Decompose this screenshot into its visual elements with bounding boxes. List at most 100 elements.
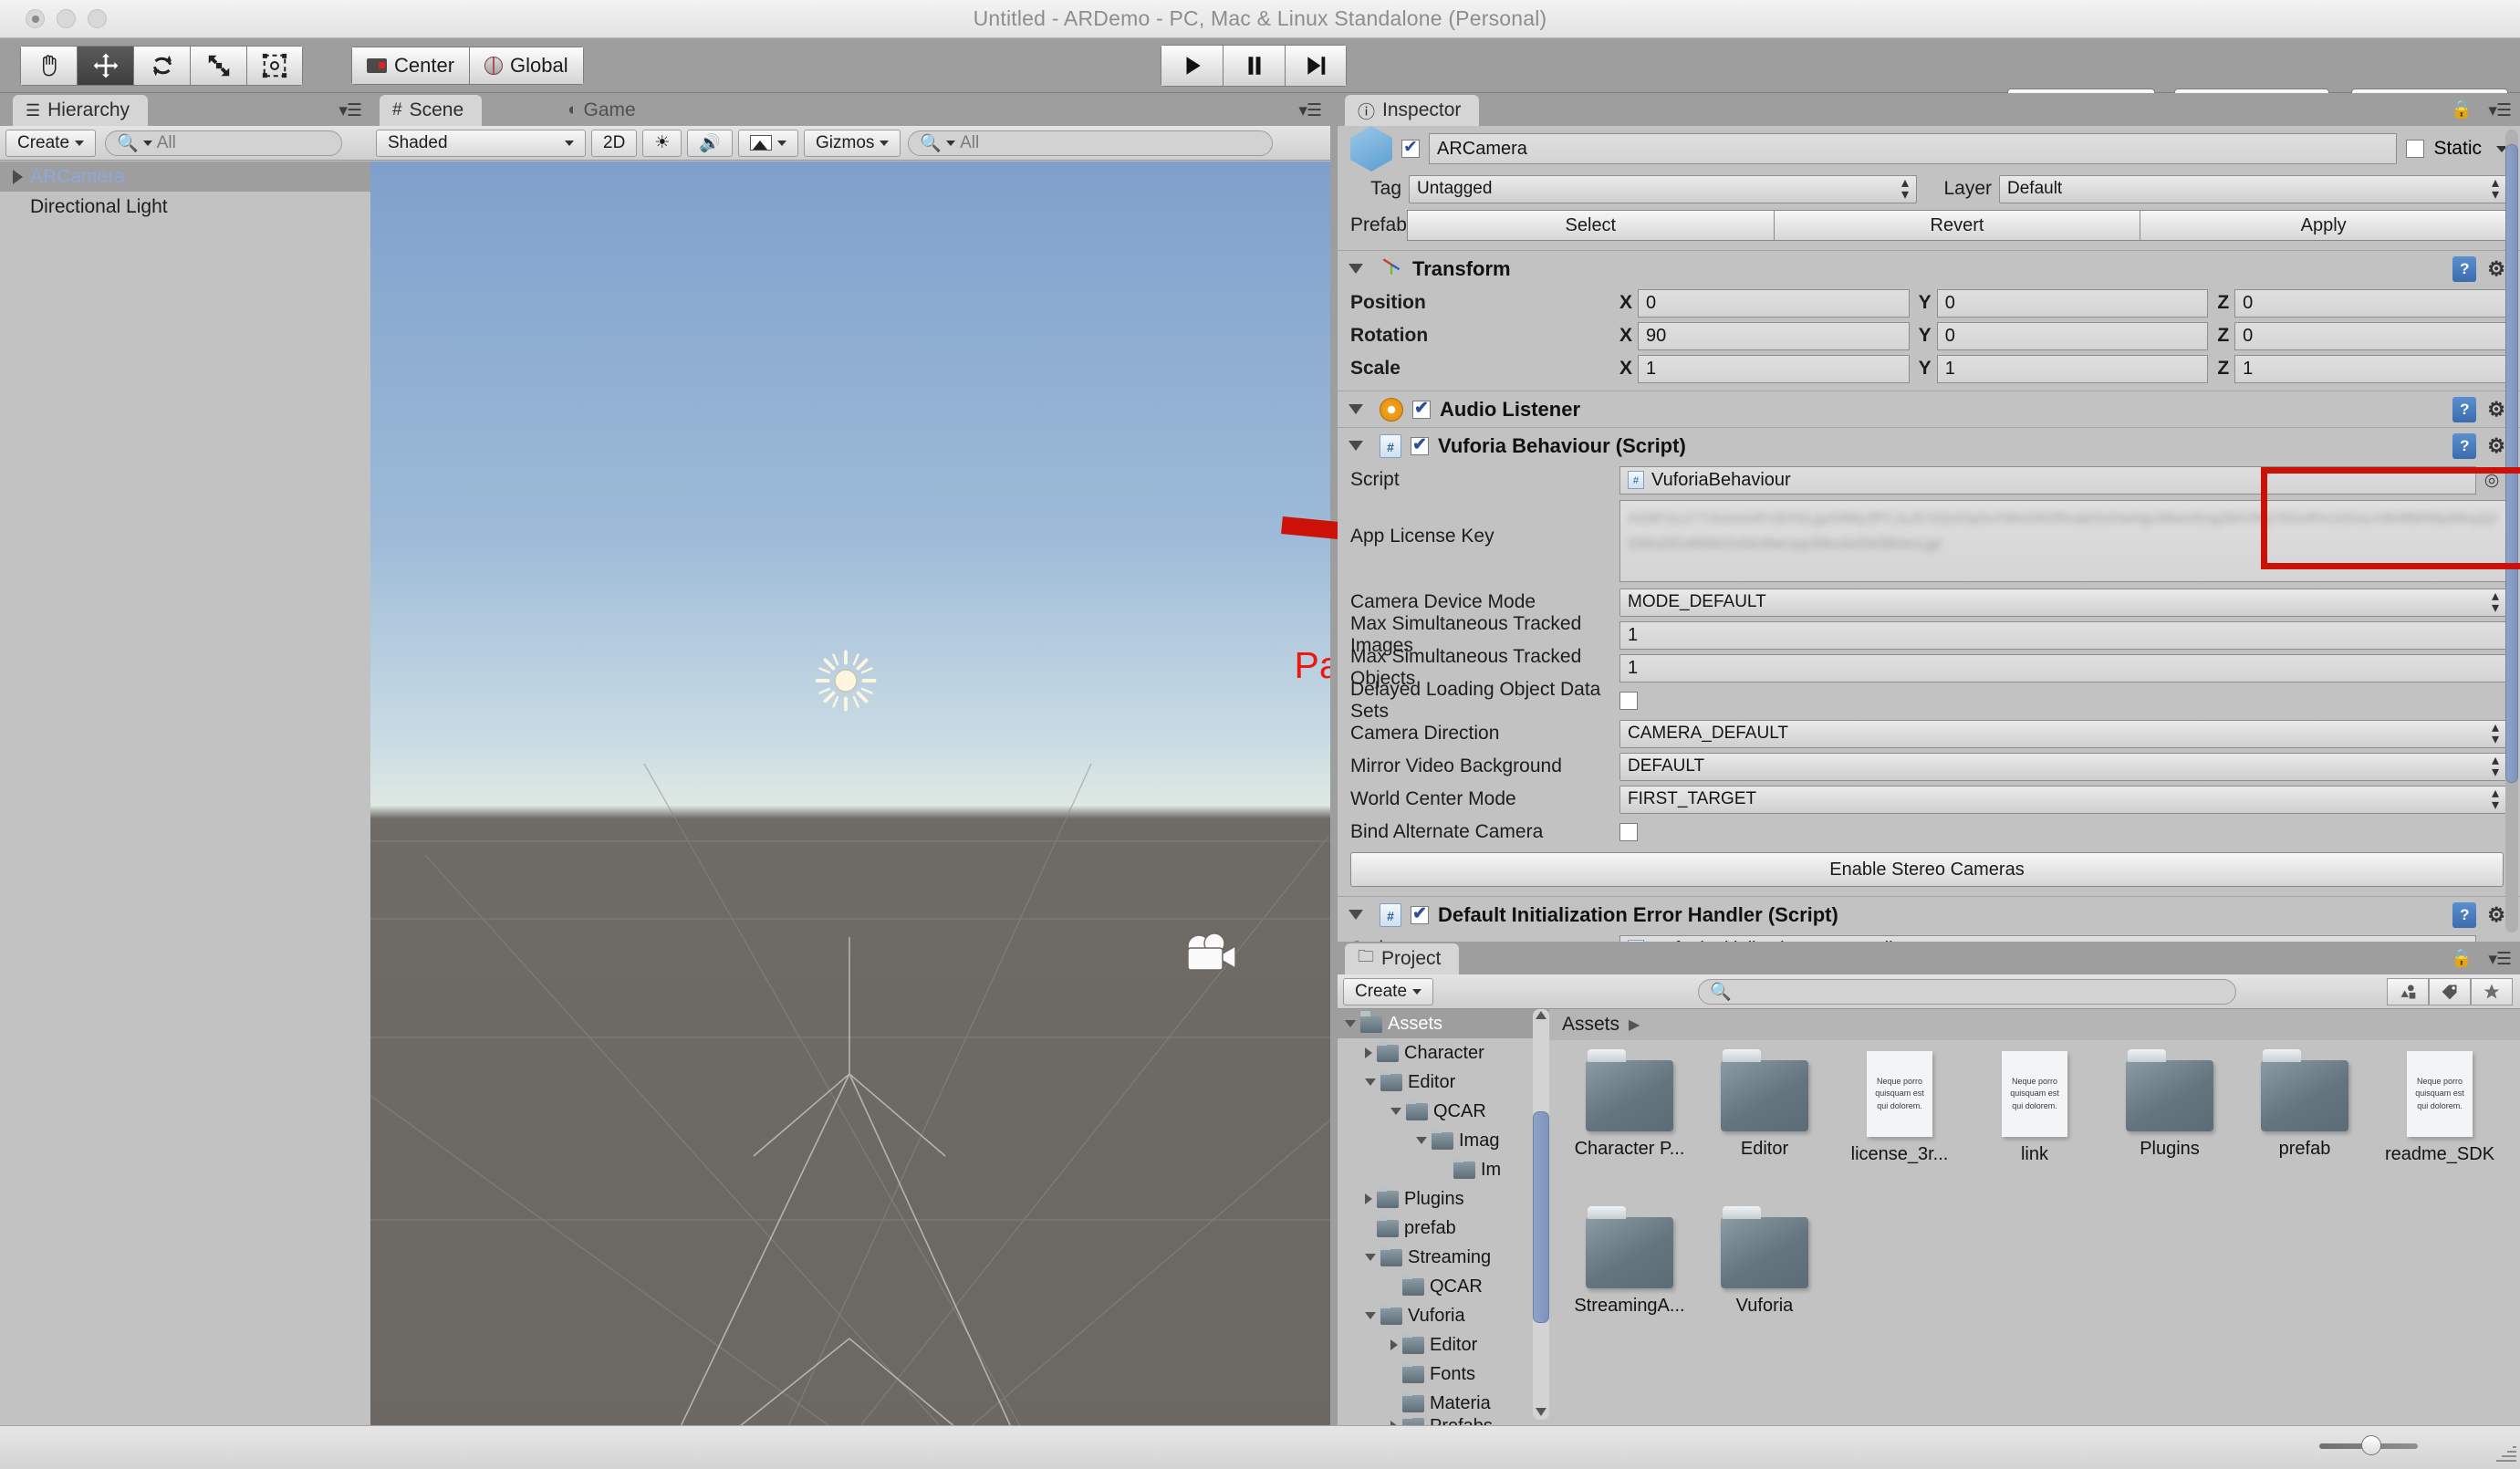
help-icon[interactable]: ? [2452, 901, 2477, 928]
chevron-down-icon[interactable] [1365, 1078, 1376, 1086]
tab-game[interactable]: ◖ Game [553, 95, 654, 126]
hand-tool-button[interactable] [20, 46, 77, 86]
asset-zoom-slider-knob[interactable] [2361, 1435, 2381, 1455]
prefab-revert-button[interactable]: Revert [1774, 210, 2141, 241]
tree-item-streaming[interactable]: Streaming [1338, 1243, 1549, 1272]
chevron-right-icon[interactable] [13, 169, 23, 184]
project-breadcrumb[interactable]: Assets ▶ [1549, 1009, 2520, 1040]
move-tool-button[interactable] [77, 46, 133, 86]
object-name-field[interactable]: ARCamera [1429, 133, 2398, 164]
hierarchy-search-input[interactable]: 🔍 All [105, 130, 343, 156]
asset-zoom-slider[interactable] [2319, 1435, 2418, 1455]
favorites-star-icon[interactable] [2471, 977, 2513, 1005]
scene-fx-toggle[interactable] [738, 129, 799, 157]
chevron-down-icon[interactable] [1365, 1254, 1376, 1261]
project-asset-grid[interactable]: Character P... Editor Neque porro quisqu… [1549, 1040, 2520, 1405]
pivot-center-button[interactable]: Center [351, 47, 470, 85]
rotation-y-field[interactable]: 0 [1936, 321, 2209, 350]
project-search-input[interactable]: 🔍 [1698, 978, 2237, 1005]
scene-audio-toggle[interactable]: 🔊 [687, 129, 734, 157]
component-header-audio-listener[interactable]: Audio Listener ? ⚙ [1338, 391, 2520, 427]
asset-item-vuforia[interactable]: Vuforia [1697, 1206, 1832, 1317]
tree-item-character[interactable]: Character [1338, 1038, 1549, 1068]
chevron-down-icon[interactable] [1416, 1137, 1427, 1144]
gear-icon[interactable]: ⚙ [2487, 398, 2505, 422]
gear-icon[interactable]: ⚙ [2487, 434, 2505, 458]
chevron-down-icon[interactable] [1349, 441, 1363, 451]
project-context-menu-icon[interactable]: ▾☰ [2488, 949, 2512, 970]
max-tracked-objects-field[interactable]: 1 [1619, 653, 2507, 682]
asset-item-character-p[interactable]: Character P... [1562, 1049, 1697, 1160]
hierarchy-item-arcamera[interactable]: ARCamera [0, 161, 370, 192]
gear-icon[interactable]: ⚙ [2487, 903, 2505, 927]
prefab-apply-button[interactable]: Apply [2140, 210, 2508, 241]
tree-item-prefab[interactable]: prefab [1338, 1214, 1549, 1243]
project-filter-buttons[interactable] [2381, 977, 2520, 1005]
inspector-context-menu-icon[interactable]: ▾☰ [2488, 100, 2512, 121]
scene-viewport[interactable]: y x z Persp Paste your license key here [370, 161, 1330, 1469]
scene-lighting-toggle[interactable]: ☀ [642, 129, 682, 157]
tab-project[interactable]: 🗀 Project [1345, 943, 1460, 974]
mirror-video-background-dropdown[interactable]: DEFAULT ▴ ▾ [1619, 752, 2507, 781]
tab-scene[interactable]: # Scene [380, 95, 483, 126]
chevron-down-icon[interactable] [1349, 404, 1363, 414]
tree-item-im[interactable]: Im [1338, 1155, 1549, 1184]
scale-x-field[interactable]: 1 [1638, 354, 1910, 383]
scale-tool-button[interactable] [190, 46, 246, 86]
vuforia-enabled-checkbox[interactable] [1411, 434, 1429, 455]
bind-alternate-camera-checkbox[interactable] [1619, 823, 1638, 841]
scene-shading-dropdown[interactable]: Shaded [376, 129, 586, 157]
tree-item-assets[interactable]: Assets [1338, 1009, 1549, 1038]
component-header-vuforia[interactable]: # Vuforia Behaviour (Script) ? ⚙ [1338, 427, 2520, 464]
prefab-select-button[interactable]: Select [1407, 210, 1775, 241]
tab-inspector[interactable]: ⓘ Inspector [1345, 95, 1480, 126]
position-x-field[interactable]: 0 [1638, 288, 1910, 318]
scroll-down-arrow-icon[interactable] [1536, 1408, 1546, 1416]
scale-z-field[interactable]: 1 [2234, 354, 2508, 383]
scene-search-input[interactable]: 🔍 All [908, 130, 1274, 156]
space-global-button[interactable]: Global [469, 47, 584, 85]
inspector-scrollbar-thumb[interactable] [2505, 144, 2518, 783]
delayed-loading-checkbox[interactable] [1619, 692, 1638, 710]
chevron-down-icon[interactable] [777, 140, 787, 146]
chevron-down-icon[interactable] [1349, 910, 1363, 920]
scale-y-field[interactable]: 1 [1936, 354, 2209, 383]
asset-item-streamingassets[interactable]: StreamingA... [1562, 1206, 1697, 1317]
position-y-field[interactable]: 0 [1936, 288, 2209, 318]
help-icon[interactable]: ? [2452, 255, 2477, 282]
camera-gizmo[interactable] [1181, 928, 1246, 982]
chevron-down-icon[interactable] [1345, 1020, 1356, 1027]
chevron-right-icon[interactable] [1365, 1047, 1372, 1058]
scroll-up-arrow-icon[interactable] [1536, 1011, 1546, 1019]
tree-item-imag[interactable]: Imag [1338, 1126, 1549, 1155]
object-enabled-checkbox[interactable] [1401, 137, 1420, 158]
playback-group[interactable] [1161, 45, 1347, 87]
scene-gizmos-dropdown[interactable]: Gizmos [804, 129, 901, 157]
chevron-down-icon[interactable] [1390, 1108, 1401, 1115]
project-tree-scrollbar[interactable] [1533, 1009, 1549, 1420]
tree-item-editor[interactable]: Editor [1338, 1068, 1549, 1097]
filter-by-type-icon[interactable] [2387, 977, 2429, 1005]
tree-item-materia[interactable]: Materia [1338, 1389, 1549, 1418]
rotation-x-field[interactable]: 90 [1638, 321, 1910, 350]
audio-listener-enabled-checkbox[interactable] [1412, 398, 1431, 419]
asset-item-editor[interactable]: Editor [1697, 1049, 1832, 1160]
rect-tool-button[interactable] [246, 46, 303, 86]
tree-item-fonts[interactable]: Fonts [1338, 1360, 1549, 1389]
project-tree-scrollbar-thumb[interactable] [1533, 1111, 1549, 1323]
chevron-right-icon[interactable] [1390, 1339, 1398, 1350]
project-tree[interactable]: Assets Character Editor QCAR Imag Im Plu… [1338, 1009, 1549, 1434]
tag-dropdown[interactable]: Untagged ▴ ▾ [1409, 174, 1917, 203]
step-button[interactable] [1285, 45, 1347, 87]
static-checkbox[interactable] [2406, 140, 2425, 158]
directional-light-gizmo[interactable] [813, 648, 879, 718]
rotation-z-field[interactable]: 0 [2234, 321, 2508, 350]
gear-icon[interactable]: ⚙ [2487, 257, 2505, 281]
position-z-field[interactable]: 0 [2234, 288, 2508, 318]
window-resize-grip[interactable] [2494, 1443, 2516, 1465]
scene-2d-toggle[interactable]: 2D [591, 129, 638, 157]
asset-item-prefab[interactable]: prefab [2237, 1049, 2372, 1160]
hierarchy-create-button[interactable]: Create [5, 129, 97, 157]
play-button[interactable] [1161, 45, 1223, 87]
chevron-down-icon[interactable] [1349, 264, 1363, 274]
